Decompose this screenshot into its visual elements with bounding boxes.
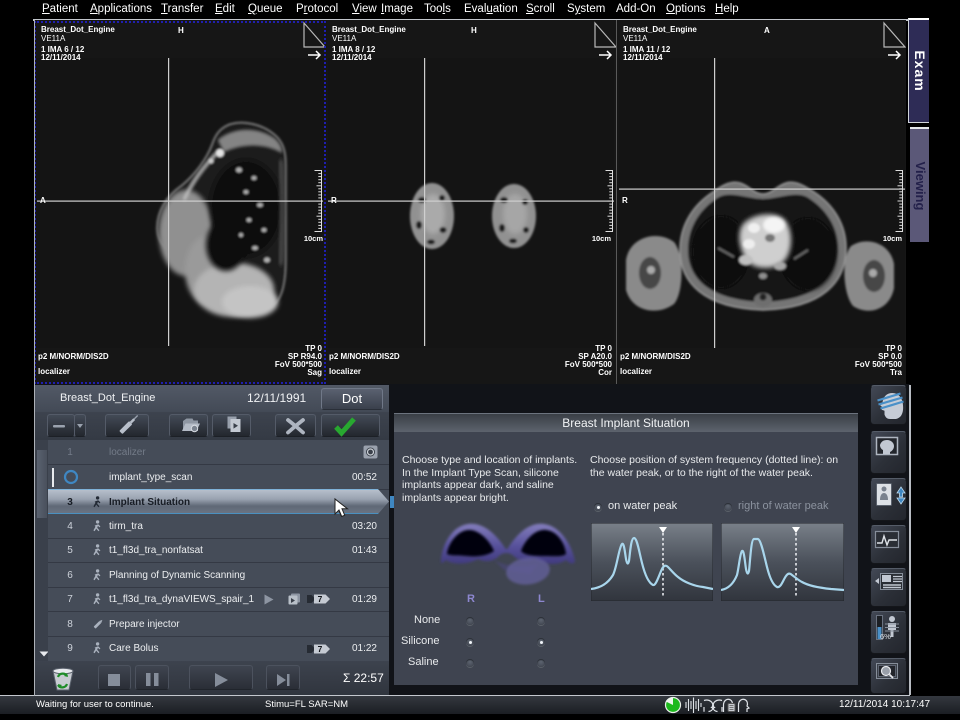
svg-text:6%: 6% bbox=[880, 632, 891, 641]
